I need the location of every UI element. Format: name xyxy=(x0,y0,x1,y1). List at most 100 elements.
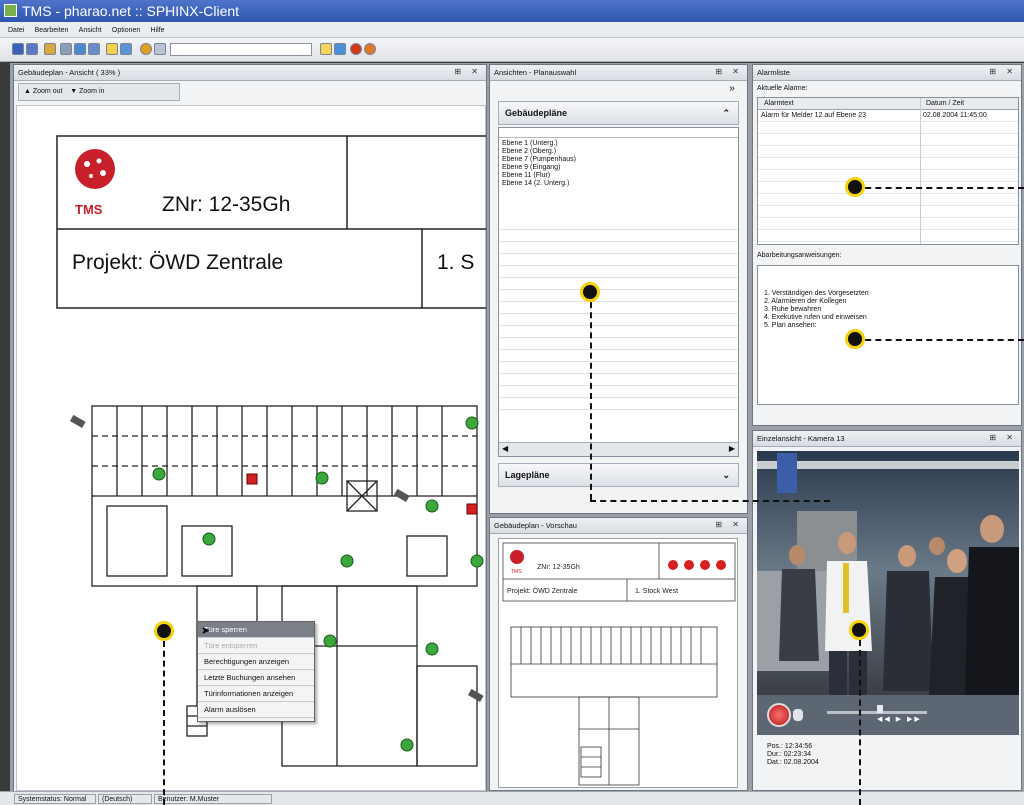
menu-item-door-info[interactable]: Türinformationen anzeigen xyxy=(198,686,314,702)
mouse-icon xyxy=(793,709,803,721)
panel-close-icon[interactable]: ⊞ ✕ xyxy=(989,433,1017,442)
menu-datei[interactable]: Datei xyxy=(8,27,24,34)
camera-panel: Einzelansicht - Kamera 13 ⊞ ✕ ◀◀ ▶ ▶▶ Po… xyxy=(752,430,1022,791)
views-panel-title: Ansichten - Planauswahl xyxy=(494,68,577,77)
slider-thumb[interactable] xyxy=(877,705,883,713)
expand-icon[interactable]: » xyxy=(723,83,741,97)
instructions-box: 1. Verständigen des Vorgesetzten 2. Alar… xyxy=(757,265,1019,405)
floor-item[interactable]: Ebene 7 (Pumpenhaus) xyxy=(502,156,735,164)
tms-logo: TMS xyxy=(75,149,115,217)
menu-bearbeiten[interactable]: Bearbeiten xyxy=(35,27,69,34)
instruction-step: 2. Alarmieren der Kollegen xyxy=(764,298,847,305)
menu-item-trigger-alarm[interactable]: Alarm auslösen xyxy=(198,702,314,718)
plan-panel-title: Gebäudeplan - Ansicht ( 33% ) xyxy=(18,68,121,77)
callout-dot xyxy=(845,329,865,349)
camera-video[interactable] xyxy=(757,451,1019,695)
menu-hilfe[interactable]: Hilfe xyxy=(151,27,165,34)
instructions-label: Abarbeitungsanweisungen: xyxy=(757,252,842,259)
preview-canvas[interactable]: TMS ZNr: 12-35Gh Projekt: ÖWD Zentrale 1… xyxy=(498,538,738,788)
callout-dot xyxy=(580,282,600,302)
svg-text:TMS: TMS xyxy=(511,569,522,575)
alarm-row[interactable]: Alarm für Melder 12 auf Ebene 23 02.08.2… xyxy=(758,110,1018,122)
save-icon[interactable] xyxy=(12,43,24,55)
print-icon[interactable] xyxy=(26,43,38,55)
camera-panel-title: Einzelansicht - Kamera 13 xyxy=(757,434,845,443)
preview-panel: Gebäudeplan - Vorschau ⊞ ✕ TMS ZNr: 12-3… xyxy=(489,517,748,791)
zoom-out-button[interactable]: ▲ Zoom out xyxy=(24,88,62,95)
search-icon[interactable] xyxy=(154,43,166,55)
menu-optionen[interactable]: Optionen xyxy=(112,27,140,34)
views-panel: Ansichten - Planauswahl ⊞ ✕ » Gebäudeplä… xyxy=(489,64,748,514)
callout-line xyxy=(859,640,861,805)
chart-icon[interactable] xyxy=(74,43,86,55)
horizontal-scrollbar[interactable]: ◀ ▶ xyxy=(499,442,738,456)
callout-line xyxy=(163,631,165,805)
record-button[interactable] xyxy=(767,703,791,727)
user-status: Benutzer: M.Muster xyxy=(154,794,272,804)
panel-close-icon[interactable]: ⊞ ✕ xyxy=(715,520,743,529)
current-alarms-label: Aktuelle Alarme: xyxy=(757,85,808,92)
panel-close-icon[interactable]: ⊞ ✕ xyxy=(454,67,482,76)
camera-icon[interactable] xyxy=(60,43,72,55)
instruction-step: 3. Ruhe bewahren xyxy=(764,306,822,313)
toolbar-combo[interactable] xyxy=(170,43,312,56)
floor-list: Ebene 1 (Unterg.) Ebene 2 (Oberg.) Ebene… xyxy=(498,127,739,457)
zoom-in-button[interactable]: ▼ Zoom in xyxy=(70,88,104,95)
group-header-gebaeudeplaene[interactable]: Gebäudepläne ⌃ xyxy=(498,101,739,125)
plan-zoom-toolbar: ▲ Zoom out ▼ Zoom in xyxy=(18,83,180,101)
mouse-cursor-icon: ➤ xyxy=(201,625,211,637)
plan-panel-header: Gebäudeplan - Ansicht ( 33% ) ⊞ ✕ xyxy=(14,65,486,81)
video-duration: Dur.: 02:23:34 xyxy=(767,751,811,758)
monitor-icon[interactable] xyxy=(88,43,100,55)
floor-item[interactable]: Ebene 2 (Oberg.) xyxy=(502,148,735,156)
panel-close-icon[interactable]: ⊞ ✕ xyxy=(989,67,1017,76)
group-header-lageplaene[interactable]: Lagepläne ⌄ xyxy=(498,463,739,487)
lamp-icon[interactable] xyxy=(334,43,346,55)
preview-floor: 1. Stock West xyxy=(635,588,678,595)
menu-ansicht[interactable]: Ansicht xyxy=(79,27,102,34)
window-title: TMS - pharao.net :: SPHINX-Client xyxy=(22,3,240,19)
instruction-step: 5. Plan ansehen: xyxy=(764,322,817,329)
alarm-table-header: Alarmtext Datum / Zeit xyxy=(758,98,1018,110)
video-position: Pos.: 12:34:56 xyxy=(767,743,813,750)
plan-panel: Gebäudeplan - Ansicht ( 33% ) ⊞ ✕ ▲ Zoom… xyxy=(13,64,487,792)
toolbar xyxy=(0,38,1024,62)
menu-item-last-bookings[interactable]: Letzte Buchungen ansehen xyxy=(198,670,314,686)
expand-group-icon: ⌄ xyxy=(722,470,730,480)
views-panel-header: Ansichten - Planauswahl ⊞ ✕ xyxy=(490,65,747,81)
callout-line xyxy=(855,187,1024,189)
preview-panel-title: Gebäudeplan - Vorschau xyxy=(494,521,577,530)
title-bar: TMS - pharao.net :: SPHINX-Client xyxy=(0,0,1024,22)
menu-item-show-permissions[interactable]: Berechtigungen anzeigen xyxy=(198,654,314,670)
app-icon xyxy=(4,4,17,17)
refresh-icon[interactable] xyxy=(364,43,376,55)
callout-line xyxy=(590,292,592,500)
preview-znr: ZNr: 12-35Gh xyxy=(537,564,580,571)
playback-buttons[interactable]: ◀◀ ▶ ▶▶ xyxy=(877,715,922,723)
camera-panel-header: Einzelansicht - Kamera 13 ⊞ ✕ xyxy=(753,431,1021,447)
users-icon[interactable] xyxy=(44,43,56,55)
svg-text:TMS: TMS xyxy=(75,202,103,217)
col-datum[interactable]: Datum / Zeit xyxy=(926,100,964,107)
floor-item[interactable]: Ebene 9 (Eingang) xyxy=(502,164,735,172)
panel-close-icon[interactable]: ⊞ ✕ xyxy=(715,67,743,76)
floor-item[interactable]: Ebene 1 (Unterg.) xyxy=(502,140,735,148)
callout-line xyxy=(590,500,830,502)
menu-item-lock-door[interactable]: Türe sperren xyxy=(198,622,314,638)
record-icon[interactable] xyxy=(350,43,362,55)
light-icon[interactable] xyxy=(320,43,332,55)
star-icon[interactable] xyxy=(106,43,118,55)
collapse-icon: ⌃ xyxy=(722,108,730,118)
col-alarmtext[interactable]: Alarmtext xyxy=(764,100,794,107)
alarm-panel-title: Alarmliste xyxy=(757,68,790,77)
floor-item[interactable]: Ebene 11 (Flur) xyxy=(502,172,735,180)
menu-bar: Datei Bearbeiten Ansicht Optionen Hilfe xyxy=(0,22,1024,38)
alarm-icon[interactable] xyxy=(140,43,152,55)
floor-item[interactable]: Ebene 14 (2. Unterg.) xyxy=(502,180,735,188)
video-info: Pos.: 12:34:56 Dur.: 02:23:34 Dat.: 02.0… xyxy=(757,737,1019,789)
preview-panel-header: Gebäudeplan - Vorschau ⊞ ✕ xyxy=(490,518,747,534)
language-status: (Deutsch) xyxy=(98,794,152,804)
callout-line xyxy=(855,339,1024,341)
zoom-icon[interactable] xyxy=(120,43,132,55)
system-status: Systemstatus: Normal xyxy=(14,794,96,804)
